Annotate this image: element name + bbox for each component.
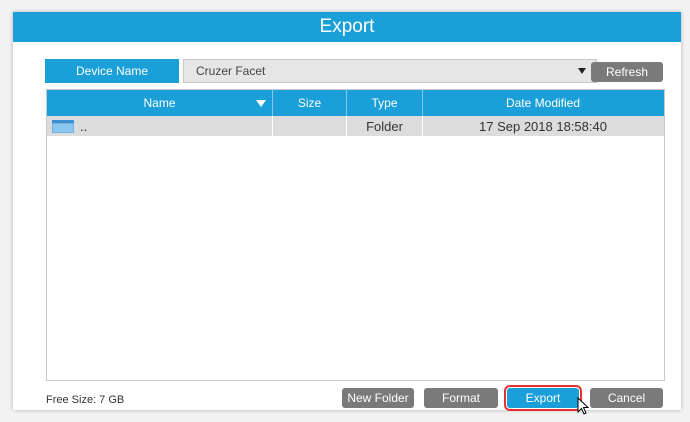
export-dialog: Export Device Name Cruzer Facet Refresh … bbox=[13, 12, 681, 415]
cell-date: 17 Sep 2018 18:58:40 bbox=[479, 118, 607, 134]
refresh-button[interactable]: Refresh bbox=[591, 62, 663, 82]
free-size-label: Free Size: 7 GB bbox=[46, 394, 125, 406]
device-name-label: Device Name bbox=[45, 59, 179, 83]
file-table: Name Size Type Date Modified .. Folder 1… bbox=[46, 89, 665, 381]
column-header-name[interactable]: Name bbox=[47, 90, 273, 116]
column-header-date[interactable]: Date Modified bbox=[423, 90, 663, 116]
dialog-title: Export bbox=[319, 16, 375, 37]
column-header-size[interactable]: Size bbox=[273, 90, 347, 116]
table-row[interactable]: .. Folder 17 Sep 2018 18:58:40 bbox=[47, 116, 664, 136]
cell-size bbox=[273, 116, 347, 136]
dialog-titlebar: Export bbox=[13, 12, 681, 42]
export-button[interactable]: Export bbox=[504, 385, 582, 411]
mouse-cursor-icon bbox=[577, 396, 591, 422]
cell-name-text: .. bbox=[80, 118, 88, 134]
device-select-value: Cruzer Facet bbox=[196, 64, 266, 78]
folder-icon bbox=[52, 119, 74, 133]
chevron-down-icon bbox=[578, 68, 586, 74]
format-button[interactable]: Format bbox=[424, 388, 498, 408]
device-select[interactable]: Cruzer Facet bbox=[183, 59, 597, 83]
cancel-button[interactable]: Cancel bbox=[590, 388, 663, 408]
sort-down-icon[interactable] bbox=[256, 100, 266, 107]
cell-type: Folder bbox=[347, 116, 423, 136]
device-row: Device Name Cruzer Facet bbox=[45, 59, 597, 83]
table-header: Name Size Type Date Modified bbox=[47, 90, 664, 116]
column-header-type[interactable]: Type bbox=[347, 90, 423, 116]
cell-name: .. bbox=[47, 116, 273, 136]
column-header-name-label: Name bbox=[143, 96, 176, 110]
new-folder-button[interactable]: New Folder bbox=[342, 388, 414, 408]
